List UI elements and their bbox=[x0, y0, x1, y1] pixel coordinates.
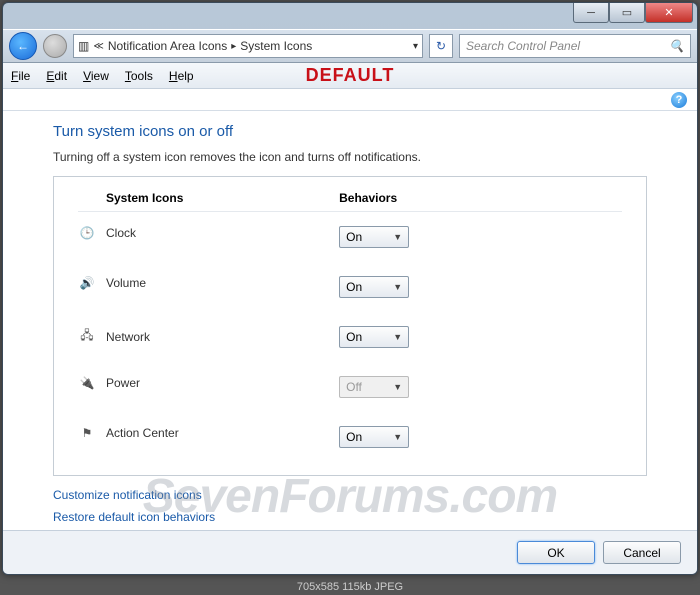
menu-view[interactable]: View bbox=[83, 69, 109, 83]
col-header-behaviors: Behaviors bbox=[339, 191, 622, 212]
table-row: 🕒 Clock On ▼ bbox=[78, 212, 622, 263]
maximize-button[interactable]: ▭ bbox=[609, 3, 645, 23]
icon-name: Volume bbox=[106, 276, 146, 290]
dropdown-value: On bbox=[346, 230, 362, 244]
nav-bar: ← ▥ ≪ Notification Area Icons ▸ System I… bbox=[3, 29, 697, 63]
window-frame: ─ ▭ ✕ ← ▥ ≪ Notification Area Icons ▸ Sy… bbox=[2, 2, 698, 575]
chevron-down-icon: ▼ bbox=[393, 232, 402, 242]
behavior-dropdown[interactable]: On ▼ bbox=[339, 276, 409, 298]
menu-edit[interactable]: Edit bbox=[46, 69, 67, 83]
icon-name: Power bbox=[106, 376, 140, 390]
clock-icon: 🕒 bbox=[78, 226, 96, 240]
forward-button bbox=[43, 34, 67, 58]
chevron-right-icon: ≪ bbox=[93, 41, 103, 52]
table-row: 🔌 Power Off ▼ bbox=[78, 362, 622, 412]
icon-name: Clock bbox=[106, 226, 136, 240]
chevron-down-icon: ▼ bbox=[393, 382, 402, 392]
table-row: 🖧 Network On ▼ bbox=[78, 312, 622, 362]
refresh-icon: ↻ bbox=[436, 39, 446, 53]
breadcrumb-root-icon: ▥ bbox=[78, 39, 89, 53]
page-title: Turn system icons on or off bbox=[53, 123, 647, 140]
back-arrow-icon: ← bbox=[17, 39, 29, 53]
behavior-dropdown[interactable]: On ▼ bbox=[339, 226, 409, 248]
breadcrumb[interactable]: ▥ ≪ Notification Area Icons ▸ System Ico… bbox=[73, 34, 423, 58]
default-overlay-label: DEFAULT bbox=[306, 65, 395, 86]
search-placeholder: Search Control Panel bbox=[466, 39, 580, 53]
network-icon: 🖧 bbox=[78, 326, 96, 347]
system-icons-panel: System Icons Behaviors 🕒 Clock On ▼ 🔊 Volume O… bbox=[53, 176, 647, 476]
menu-help[interactable]: Help bbox=[169, 69, 194, 83]
icon-name: Action Center bbox=[106, 426, 179, 440]
chevron-right-icon: ▸ bbox=[231, 41, 236, 52]
table-row: ⚑ Action Center On ▼ bbox=[78, 412, 622, 462]
dropdown-value: On bbox=[346, 330, 362, 344]
breadcrumb-current[interactable]: System Icons bbox=[240, 39, 312, 53]
table-row: 🔊 Volume On ▼ bbox=[78, 262, 622, 312]
title-bar: ─ ▭ ✕ bbox=[3, 3, 697, 29]
dropdown-value: On bbox=[346, 280, 362, 294]
menu-file[interactable]: File bbox=[11, 69, 30, 83]
link-restore-defaults[interactable]: Restore default icon behaviors bbox=[53, 510, 647, 524]
ok-button[interactable]: OK bbox=[517, 541, 595, 564]
image-footer-info: 705x585 115kb JPEG bbox=[0, 581, 700, 593]
dropdown-value: On bbox=[346, 430, 362, 444]
behavior-dropdown: Off ▼ bbox=[339, 376, 409, 398]
help-row: ? bbox=[3, 89, 697, 111]
help-icon[interactable]: ? bbox=[671, 92, 687, 108]
chevron-down-icon: ▼ bbox=[393, 282, 402, 292]
col-header-icons: System Icons bbox=[78, 191, 339, 212]
link-customize-icons[interactable]: Customize notification icons bbox=[53, 488, 647, 502]
menu-tools[interactable]: Tools bbox=[125, 69, 153, 83]
refresh-button[interactable]: ↻ bbox=[429, 34, 453, 58]
power-icon: 🔌 bbox=[78, 376, 96, 390]
page-description: Turning off a system icon removes the ic… bbox=[53, 150, 647, 164]
button-row: OK Cancel bbox=[3, 530, 697, 574]
breadcrumb-parent[interactable]: Notification Area Icons bbox=[108, 39, 227, 53]
content-area: Turn system icons on or off Turning off … bbox=[3, 111, 697, 530]
minimize-button[interactable]: ─ bbox=[573, 3, 609, 23]
action-center-icon: ⚑ bbox=[78, 426, 96, 440]
dropdown-value: Off bbox=[346, 380, 362, 394]
search-input[interactable]: Search Control Panel 🔍 bbox=[459, 34, 691, 58]
cancel-button[interactable]: Cancel bbox=[603, 541, 681, 564]
menu-bar: File Edit View Tools Help DEFAULT bbox=[3, 63, 697, 89]
chevron-down-icon: ▼ bbox=[393, 332, 402, 342]
icon-name: Network bbox=[106, 330, 150, 344]
chevron-down-icon: ▼ bbox=[393, 432, 402, 442]
search-icon: 🔍 bbox=[669, 39, 684, 53]
behavior-dropdown[interactable]: On ▼ bbox=[339, 426, 409, 448]
volume-icon: 🔊 bbox=[78, 276, 96, 290]
chevron-down-icon[interactable]: ▾ bbox=[413, 41, 418, 52]
behavior-dropdown[interactable]: On ▼ bbox=[339, 326, 409, 348]
back-button[interactable]: ← bbox=[9, 32, 37, 60]
close-button[interactable]: ✕ bbox=[645, 3, 693, 23]
